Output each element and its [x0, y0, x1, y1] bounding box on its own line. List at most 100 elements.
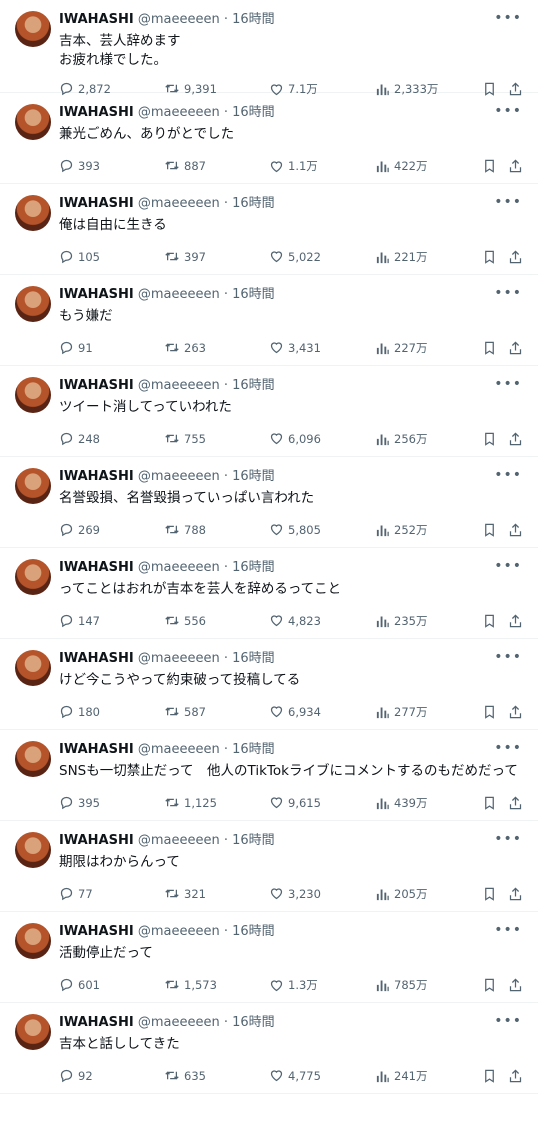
more-icon[interactable]: ••• [494, 1013, 522, 1029]
avatar[interactable] [15, 377, 51, 413]
like-button[interactable]: 6,096 [269, 431, 321, 446]
reply-button[interactable]: 105 [59, 249, 100, 264]
reply-button[interactable]: 601 [59, 977, 100, 992]
like-button[interactable]: 3,431 [269, 340, 321, 355]
like-button[interactable]: 4,775 [269, 1068, 321, 1083]
reply-button[interactable]: 180 [59, 704, 100, 719]
author-name[interactable]: IWAHASHI [59, 12, 134, 27]
more-icon[interactable]: ••• [494, 922, 522, 938]
avatar[interactable] [15, 741, 51, 777]
more-icon[interactable]: ••• [494, 103, 522, 119]
retweet-button[interactable]: 887 [164, 158, 206, 173]
retweet-button[interactable]: 1,125 [164, 795, 217, 810]
timestamp[interactable]: 16時間 [232, 833, 275, 848]
tweet[interactable]: IWAHASHI @maeeeeen · 16時間 ••• ツイート消してってい… [0, 366, 538, 457]
views-button[interactable]: 241万 [375, 1068, 427, 1084]
views-button[interactable]: 422万 [375, 158, 427, 174]
avatar[interactable] [15, 923, 51, 959]
more-icon[interactable]: ••• [494, 831, 522, 847]
author-name[interactable]: IWAHASHI [59, 560, 134, 575]
tweet[interactable]: IWAHASHI @maeeeeen · 16時間 ••• 名誉毀損、名誉毀損っ… [0, 457, 538, 548]
tweet[interactable]: IWAHASHI @maeeeeen · 16時間 ••• 期限はわからんって … [0, 821, 538, 912]
bookmark-button[interactable] [482, 704, 497, 720]
avatar[interactable] [15, 832, 51, 868]
author-handle[interactable]: @maeeeeen [138, 378, 220, 393]
author-handle[interactable]: @maeeeeen [138, 1015, 220, 1030]
retweet-button[interactable]: 263 [164, 340, 206, 355]
author-handle[interactable]: @maeeeeen [138, 651, 220, 666]
views-button[interactable]: 227万 [375, 340, 427, 356]
author-name[interactable]: IWAHASHI [59, 196, 134, 211]
timestamp[interactable]: 16時間 [232, 196, 275, 211]
views-button[interactable]: 205万 [375, 886, 427, 902]
tweet[interactable]: IWAHASHI @maeeeeen · 16時間 ••• 吉本と話ししてきた … [0, 1003, 538, 1094]
author-name[interactable]: IWAHASHI [59, 742, 134, 757]
author-name[interactable]: IWAHASHI [59, 1015, 134, 1030]
tweet[interactable]: IWAHASHI @maeeeeen · 16時間 ••• 俺は自由に生きる 1… [0, 184, 538, 275]
share-button[interactable] [508, 886, 523, 902]
author-name[interactable]: IWAHASHI [59, 833, 134, 848]
like-button[interactable]: 6,934 [269, 704, 321, 719]
timestamp[interactable]: 16時間 [232, 105, 275, 120]
author-handle[interactable]: @maeeeeen [138, 469, 220, 484]
share-button[interactable] [508, 795, 523, 811]
retweet-button[interactable]: 556 [164, 613, 206, 628]
views-button[interactable]: 785万 [375, 977, 427, 993]
avatar[interactable] [15, 650, 51, 686]
timestamp[interactable]: 16時間 [232, 560, 275, 575]
share-button[interactable] [508, 977, 523, 993]
reply-button[interactable]: 248 [59, 431, 100, 446]
tweet[interactable]: IWAHASHI @maeeeeen · 16時間 ••• 兼光ごめん、ありがと… [0, 93, 538, 184]
author-handle[interactable]: @maeeeeen [138, 12, 220, 27]
reply-button[interactable]: 91 [59, 340, 93, 355]
more-icon[interactable]: ••• [494, 194, 522, 210]
share-button[interactable] [508, 431, 523, 447]
avatar[interactable] [15, 11, 51, 47]
like-button[interactable]: 1.3万 [269, 977, 318, 993]
tweet[interactable]: IWAHASHI @maeeeeen · 16時間 ••• ってことはおれが吉本… [0, 548, 538, 639]
timestamp[interactable]: 16時間 [232, 651, 275, 666]
tweet[interactable]: IWAHASHI @maeeeeen · 16時間 ••• もう嫌だ 91 26… [0, 275, 538, 366]
more-icon[interactable]: ••• [494, 649, 522, 665]
author-handle[interactable]: @maeeeeen [138, 105, 220, 120]
timestamp[interactable]: 16時間 [232, 924, 275, 939]
bookmark-button[interactable] [482, 886, 497, 902]
reply-button[interactable]: 269 [59, 522, 100, 537]
retweet-button[interactable]: 397 [164, 249, 206, 264]
avatar[interactable] [15, 1014, 51, 1050]
tweet[interactable]: IWAHASHI @maeeeeen · 16時間 ••• 吉本、芸人辞めます … [0, 0, 538, 96]
tweet[interactable]: IWAHASHI @maeeeeen · 16時間 ••• SNSも一切禁止だっ… [0, 730, 538, 821]
views-button[interactable]: 221万 [375, 249, 427, 265]
bookmark-button[interactable] [482, 522, 497, 538]
share-button[interactable] [508, 249, 523, 265]
views-button[interactable]: 277万 [375, 704, 427, 720]
timestamp[interactable]: 16時間 [232, 469, 275, 484]
reply-button[interactable]: 393 [59, 158, 100, 173]
bookmark-button[interactable] [482, 249, 497, 265]
reply-button[interactable]: 395 [59, 795, 100, 810]
timestamp[interactable]: 16時間 [232, 287, 275, 302]
timestamp[interactable]: 16時間 [232, 742, 275, 757]
like-button[interactable]: 1.1万 [269, 158, 318, 174]
like-button[interactable]: 9,615 [269, 795, 321, 810]
retweet-button[interactable]: 635 [164, 1068, 206, 1083]
views-button[interactable]: 256万 [375, 431, 427, 447]
author-name[interactable]: IWAHASHI [59, 924, 134, 939]
author-handle[interactable]: @maeeeeen [138, 287, 220, 302]
share-button[interactable] [508, 1068, 523, 1084]
more-icon[interactable]: ••• [494, 740, 522, 756]
more-icon[interactable]: ••• [494, 10, 522, 26]
author-name[interactable]: IWAHASHI [59, 105, 134, 120]
bookmark-button[interactable] [482, 977, 497, 993]
more-icon[interactable]: ••• [494, 285, 522, 301]
like-button[interactable]: 4,823 [269, 613, 321, 628]
bookmark-button[interactable] [482, 1068, 497, 1084]
avatar[interactable] [15, 468, 51, 504]
author-handle[interactable]: @maeeeeen [138, 742, 220, 757]
author-name[interactable]: IWAHASHI [59, 469, 134, 484]
avatar[interactable] [15, 286, 51, 322]
more-icon[interactable]: ••• [494, 558, 522, 574]
reply-button[interactable]: 92 [59, 1068, 93, 1083]
tweet[interactable]: IWAHASHI @maeeeeen · 16時間 ••• けど今こうやって約束… [0, 639, 538, 730]
bookmark-button[interactable] [482, 431, 497, 447]
